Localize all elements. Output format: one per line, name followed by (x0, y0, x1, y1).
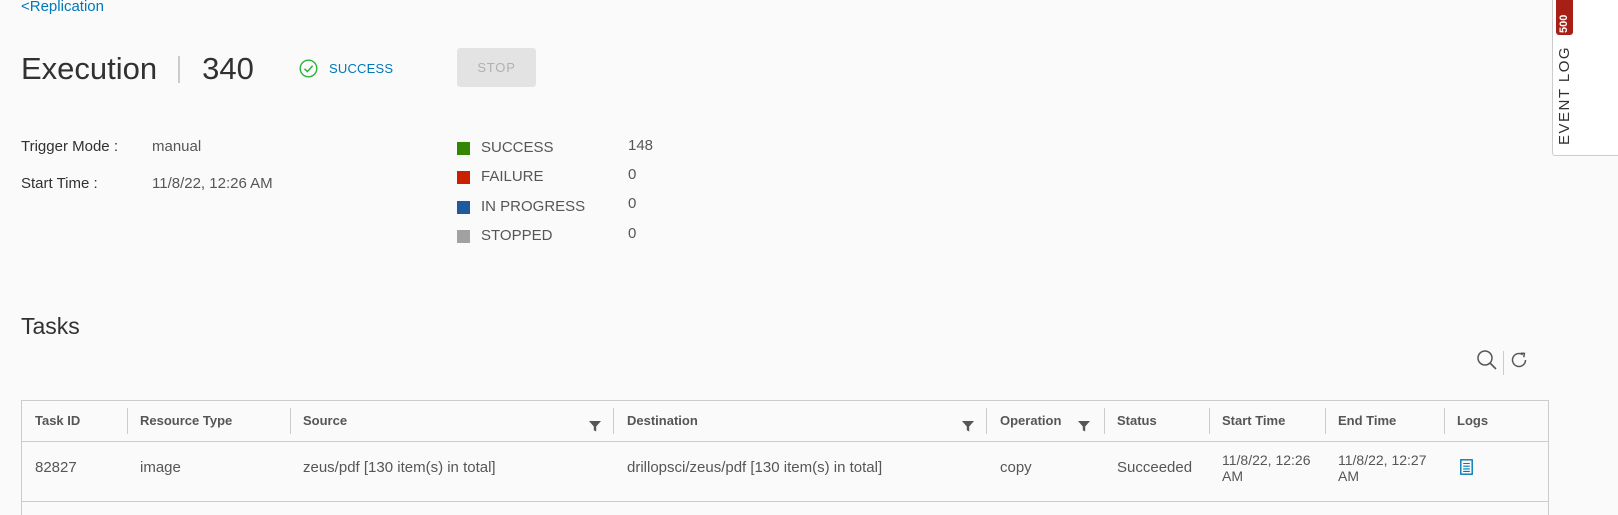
source-filter-icon[interactable] (588, 419, 602, 438)
start-time-label: Start Time : (21, 175, 98, 192)
trigger-mode-label: Trigger Mode : (21, 138, 118, 155)
check-circle-icon (299, 59, 318, 78)
source-cell: zeus/pdf [130 item(s) in total] (303, 459, 496, 476)
legend-swatch-in-progress (457, 200, 470, 214)
start-time-cell: 11/8/22, 12:26 AM (1209, 452, 1310, 484)
column-header-end-time[interactable]: End Time (1325, 401, 1396, 441)
column-header-operation[interactable]: Operation (987, 401, 1061, 441)
end-time-date: 11/8/22, 12:27 (1338, 452, 1427, 468)
task-id-cell: 82827 (35, 459, 77, 476)
destination-filter-icon[interactable] (961, 419, 975, 438)
end-time-cell: 11/8/22, 12:27 AM (1325, 452, 1426, 484)
stat-value-in-progress: 0 (628, 195, 637, 212)
legend-swatch-failure (457, 170, 470, 184)
tasks-heading: Tasks (21, 313, 80, 339)
status-text: SUCCESS (329, 61, 394, 76)
operation-filter-icon[interactable] (1077, 419, 1091, 438)
status-cell: Succeeded (1117, 459, 1193, 476)
stat-value-success: 148 (628, 137, 654, 154)
start-time-meridiem: AM (1222, 468, 1243, 484)
operation-cell: copy (1000, 459, 1032, 476)
stat-label: FAILURE (481, 168, 544, 185)
stat-label: SUCCESS (481, 139, 554, 156)
stat-success: SUCCESS (457, 139, 554, 157)
stat-label: STOPPED (481, 227, 553, 244)
stat-in-progress: IN PROGRESS (457, 198, 585, 216)
stat-label: IN PROGRESS (481, 198, 586, 215)
column-header-source[interactable]: Source (290, 401, 347, 441)
column-header-status[interactable]: Status (1104, 401, 1157, 441)
page-title: Execution 340 (21, 48, 254, 90)
stat-value-stopped: 0 (628, 225, 637, 242)
page-title-text: Execution (21, 51, 158, 86)
toolbar-divider (1503, 350, 1504, 375)
search-icon[interactable] (1476, 349, 1498, 376)
stop-button[interactable]: STOP (457, 48, 536, 87)
resource-type-cell: image (140, 459, 181, 476)
execution-status: SUCCESS (299, 59, 393, 78)
start-time-date: 11/8/22, 12:26 (1222, 452, 1311, 468)
start-time-value: 11/8/22, 12:26 AM (152, 175, 273, 192)
column-header-resource-type[interactable]: Resource Type (127, 401, 232, 441)
execution-id: 340 (202, 51, 254, 86)
tasks-table: Task ID Resource Type Source Destination… (21, 400, 1549, 515)
legend-swatch-success (457, 141, 470, 155)
table-header: Task ID Resource Type Source Destination… (22, 401, 1548, 442)
trigger-mode-value: manual (152, 138, 202, 155)
back-to-replication-link[interactable]: <Replication (21, 0, 104, 15)
event-log-badge-count: 500 (1558, 14, 1570, 33)
legend-swatch-stopped (457, 229, 470, 243)
refresh-icon[interactable] (1509, 350, 1529, 375)
table-row: 82827 image zeus/pdf [130 item(s) in tot… (22, 442, 1548, 502)
stat-value-failure: 0 (628, 166, 637, 183)
title-divider (178, 55, 181, 83)
document-icon[interactable] (1460, 459, 1473, 480)
event-log-label[interactable]: EVENT LOG (1556, 46, 1573, 145)
column-header-logs[interactable]: Logs (1444, 401, 1488, 441)
destination-cell: drillopsci/zeus/pdf [130 item(s) in tota… (627, 459, 883, 476)
end-time-meridiem: AM (1338, 468, 1359, 484)
column-header-task-id[interactable]: Task ID (22, 401, 80, 441)
table-toolbar (1476, 349, 1529, 376)
column-header-destination[interactable]: Destination (614, 401, 698, 441)
stat-failure: FAILURE (457, 168, 544, 186)
stat-stopped: STOPPED (457, 227, 552, 245)
column-header-start-time[interactable]: Start Time (1209, 401, 1285, 441)
